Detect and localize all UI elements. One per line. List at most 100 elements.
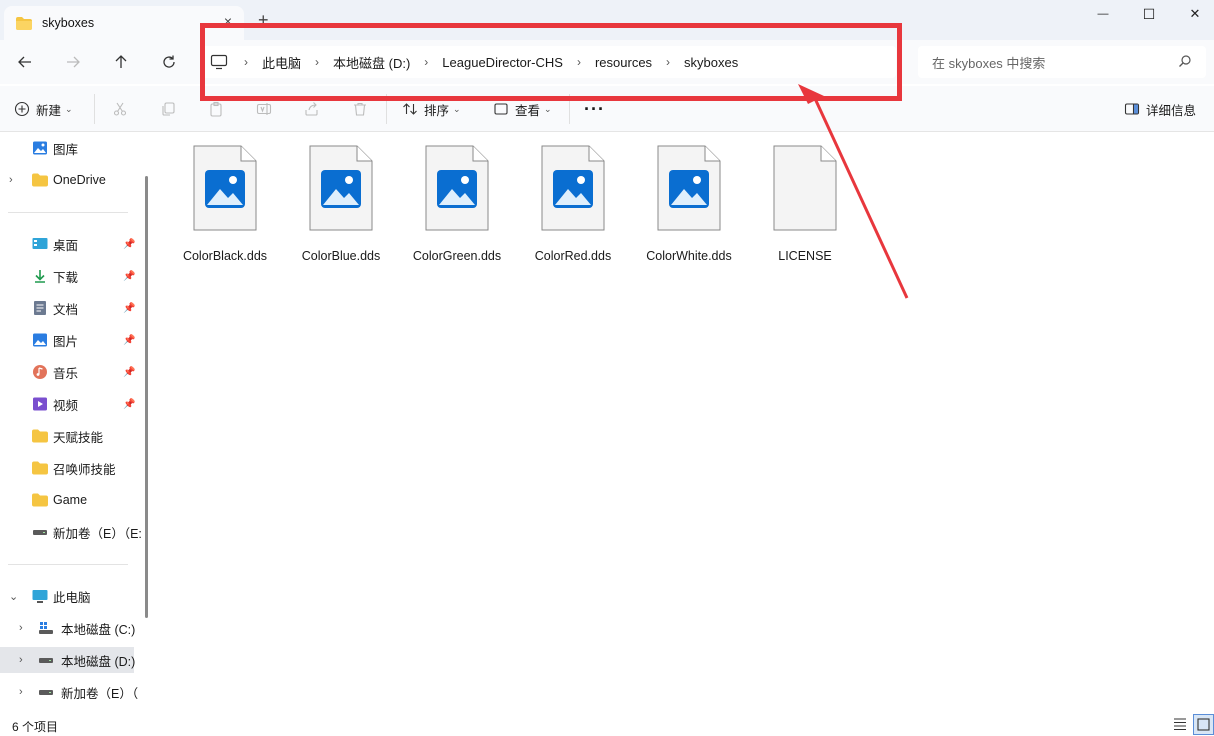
cut-icon[interactable] [111, 100, 129, 118]
share-icon[interactable] [303, 100, 321, 118]
sidebar-item-game[interactable]: Game [0, 487, 140, 513]
arrow-left-icon [18, 56, 31, 68]
sort-button[interactable]: 排序 ⌄ [402, 96, 461, 122]
chevron-right-icon[interactable]: › [9, 174, 13, 186]
sidebar-item-label: 图库 [53, 142, 79, 157]
breadcrumb-leaguedirector[interactable]: LeagueDirector-CHS [442, 55, 563, 70]
file-item[interactable]: ColorBlack.dds [170, 145, 280, 269]
minimize-button[interactable]: — [1080, 0, 1126, 28]
video-icon [32, 396, 48, 412]
tab-close-button[interactable]: × [224, 13, 232, 29]
file-name: ColorWhite.dds [646, 249, 732, 263]
chevron-right-icon[interactable]: › [19, 622, 23, 634]
file-item[interactable]: ColorRed.dds [518, 145, 628, 269]
sidebar-item-label: 新加卷（E）（E: [53, 526, 142, 541]
breadcrumb-drive-d[interactable]: 本地磁盘 (D:) [333, 53, 410, 72]
arrow-right-icon [67, 56, 80, 68]
image-file-icon [541, 145, 605, 231]
breadcrumb-separator: › [244, 55, 248, 69]
sidebar-item-label: 召唤师技能 [53, 462, 116, 477]
folder-icon [32, 428, 48, 444]
maximize-button[interactable]: ☐ [1126, 0, 1172, 28]
chevron-down-icon: ⌄ [453, 103, 461, 114]
refresh-icon [163, 55, 175, 68]
paste-icon[interactable] [207, 100, 225, 118]
file-item[interactable]: ColorWhite.dds [634, 145, 744, 269]
sidebar-item-drive-d[interactable]: › 本地磁盘 (D:) [0, 647, 135, 673]
file-item[interactable]: ColorBlue.dds [286, 145, 396, 269]
drive-icon [38, 684, 54, 700]
windows-drive-icon [38, 620, 54, 636]
sidebar-item-volume-e[interactable]: 新加卷（E）（E: [0, 519, 142, 545]
delete-icon[interactable] [351, 100, 369, 118]
copy-icon[interactable] [159, 100, 177, 118]
new-button[interactable]: 新建 ⌄ [14, 96, 73, 122]
view-button[interactable]: 查看 ⌄ [493, 96, 552, 122]
sidebar-item-summoner-skills[interactable]: 召唤师技能 [0, 455, 140, 481]
list-view-icon[interactable] [1173, 717, 1187, 731]
sidebar-item-downloads[interactable]: 下载 📌 [0, 263, 140, 289]
sidebar-item-label: 音乐 [53, 366, 79, 381]
chevron-down-icon: ⌄ [65, 103, 73, 114]
rename-icon[interactable] [255, 100, 273, 118]
drive-icon [38, 652, 54, 668]
tiles-view-icon [1197, 718, 1210, 731]
sidebar-item-gallery[interactable]: 图库 [0, 135, 140, 161]
sidebar-item-drive-e[interactable]: › 新加卷（E）（ [0, 679, 140, 705]
sort-label: 排序 [424, 103, 450, 118]
breadcrumb-separator[interactable]: › [315, 55, 319, 69]
sidebar-item-desktop[interactable]: 桌面 📌 [0, 231, 140, 257]
details-pane-button[interactable]: 详细信息 [1124, 96, 1196, 122]
computer-icon [210, 54, 228, 70]
sidebar-item-label: 天赋技能 [53, 430, 104, 445]
chevron-down-icon: ⌄ [544, 103, 552, 114]
search-placeholder: 在 skyboxes 中搜索 [932, 55, 1046, 71]
refresh-button[interactable] [155, 48, 183, 76]
sidebar-item-this-pc[interactable]: ⌄ 此电脑 [0, 583, 140, 609]
chevron-right-icon[interactable]: › [19, 686, 23, 698]
forward-button[interactable] [59, 48, 87, 76]
file-name: ColorBlue.dds [301, 249, 381, 263]
tab-skyboxes[interactable]: skyboxes × [4, 6, 244, 40]
pin-icon: 📌 [123, 334, 136, 346]
view-label: 查看 [515, 103, 541, 118]
breadcrumb-skyboxes[interactable]: skyboxes [684, 55, 738, 70]
file-item[interactable]: LICENSE [750, 145, 860, 269]
computer-icon [32, 588, 48, 604]
file-item[interactable]: ColorGreen.dds [402, 145, 512, 269]
address-bar[interactable]: › 此电脑 › 本地磁盘 (D:) › LeagueDirector-CHS ›… [200, 46, 896, 78]
sidebar-item-talent-skills[interactable]: 天赋技能 [0, 423, 140, 449]
back-button[interactable] [11, 48, 39, 76]
pin-icon: 📌 [123, 238, 136, 250]
image-file-icon [657, 145, 721, 231]
breadcrumb-separator[interactable]: › [666, 55, 670, 69]
pin-icon: 📌 [123, 302, 136, 314]
sidebar-item-label: 此电脑 [53, 590, 91, 605]
breadcrumb-separator[interactable]: › [424, 55, 428, 69]
file-name: ColorGreen.dds [412, 249, 502, 263]
chevron-right-icon[interactable]: › [19, 654, 23, 666]
sidebar-item-pictures[interactable]: 图片 📌 [0, 327, 140, 353]
more-options-button[interactable]: ··· [584, 96, 605, 122]
sidebar-item-label: 新加卷（E）（ [61, 686, 139, 701]
breadcrumb-separator[interactable]: › [577, 55, 581, 69]
sidebar-item-drive-c[interactable]: › 本地磁盘 (C:) [0, 615, 140, 641]
breadcrumb-resources[interactable]: resources [595, 55, 652, 70]
desktop-icon [32, 236, 48, 252]
chevron-down-icon[interactable]: ⌄ [9, 590, 18, 603]
breadcrumb-this-pc[interactable]: 此电脑 [262, 53, 301, 72]
close-button[interactable]: ✕ [1172, 0, 1214, 28]
navigation-pane: 图库 › OneDrive 桌面 📌 下载 📌 文档 📌 图片 📌 音乐 📌 视… [0, 133, 150, 713]
search-input[interactable]: 在 skyboxes 中搜索 [918, 46, 1206, 78]
sidebar-item-music[interactable]: 音乐 📌 [0, 359, 140, 385]
up-button[interactable] [107, 48, 135, 76]
sidebar-item-onedrive[interactable]: › OneDrive [0, 167, 140, 193]
tiles-view-button[interactable] [1193, 714, 1214, 735]
sidebar-scrollbar[interactable] [145, 176, 148, 618]
sidebar-item-documents[interactable]: 文档 📌 [0, 295, 140, 321]
new-tab-button[interactable]: + [258, 10, 269, 31]
sidebar-item-label: 视频 [53, 398, 79, 413]
sidebar-item-label: 本地磁盘 (C:) [61, 622, 136, 637]
sidebar-item-videos[interactable]: 视频 📌 [0, 391, 140, 417]
search-icon [1179, 55, 1191, 67]
